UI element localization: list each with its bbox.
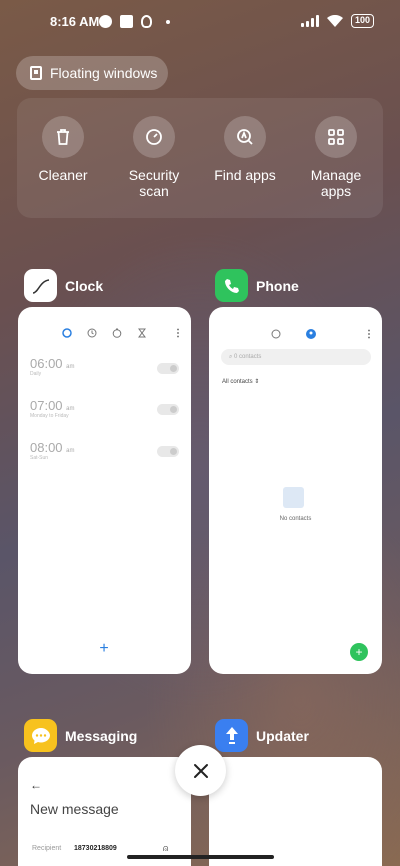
updater-app-header[interactable]: Updater: [215, 719, 309, 752]
alarm-item[interactable]: 06:00 am Daily: [30, 356, 75, 377]
signal-icon: [300, 15, 319, 27]
stopwatch-tab-icon[interactable]: [112, 328, 122, 338]
clock-app-header[interactable]: Clock: [24, 269, 103, 302]
alarm-toggle[interactable]: [157, 446, 179, 457]
security-scan-button[interactable]: Security scan: [109, 116, 199, 199]
clear-all-button[interactable]: [175, 745, 226, 796]
quick-actions-panel: Cleaner Security scan Find apps Manage a…: [17, 98, 383, 218]
grid-icon: [315, 116, 357, 158]
manage-apps-label: Manage apps: [310, 167, 362, 199]
contacts-tab-icon[interactable]: [306, 329, 316, 339]
world-clock-tab-icon[interactable]: [87, 328, 97, 338]
alarm-toggle[interactable]: [157, 363, 179, 374]
manage-apps-button[interactable]: Manage apps: [291, 116, 381, 199]
messaging-app-name: Messaging: [65, 727, 138, 744]
status-time: 8:16 AM: [50, 14, 100, 29]
cleaner-label: Cleaner: [38, 167, 88, 183]
add-contact-icon[interactable]: +: [350, 643, 368, 661]
empty-contacts-icon: [283, 487, 304, 508]
find-apps-label: Find apps: [214, 167, 276, 183]
messaging-recent-card[interactable]: ← New message Recipient 18730218809 ⍝: [18, 757, 191, 866]
trash-icon: [42, 116, 84, 158]
floating-windows-label: Floating windows: [50, 65, 158, 81]
floating-window-icon: [30, 66, 42, 80]
messaging-app-icon: [24, 719, 57, 752]
phone-app-header[interactable]: Phone: [215, 269, 299, 302]
empty-contacts-text: No contacts: [279, 516, 312, 522]
battery-icon: 100: [350, 14, 374, 28]
wifi-icon: [326, 15, 343, 27]
recipient-value[interactable]: 18730218809: [74, 845, 117, 852]
add-alarm-icon[interactable]: +: [96, 641, 112, 657]
system-status-icons: 100: [300, 14, 374, 28]
alarm-item[interactable]: 07:00 am Monday to Friday: [30, 398, 75, 419]
floating-windows-button[interactable]: Floating windows: [16, 56, 168, 90]
clock-recent-card[interactable]: ⋮ 06:00 am Daily 07:00 am Monday to Frid…: [18, 307, 191, 674]
cleaner-button[interactable]: Cleaner: [18, 116, 108, 183]
more-notifications-dot-icon: [166, 19, 170, 24]
clock-tabs: [62, 328, 147, 338]
find-apps-button[interactable]: Find apps: [200, 116, 290, 183]
updater-app-icon: [215, 719, 248, 752]
phone-app-name: Phone: [256, 277, 299, 294]
updater-app-name: Updater: [256, 727, 309, 744]
contact-picker-icon[interactable]: ⍝: [163, 843, 168, 854]
recipient-label: Recipient: [32, 845, 62, 852]
security-scan-label: Security scan: [128, 167, 180, 199]
app-notification-icon: [99, 15, 112, 28]
notification-icons: [99, 15, 170, 28]
gauge-icon: [133, 116, 175, 158]
timer-tab-icon[interactable]: [137, 328, 147, 338]
contacts-filter[interactable]: All contacts ⇕: [222, 378, 259, 385]
home-indicator[interactable]: [127, 855, 274, 859]
clock-app-icon: [24, 269, 57, 302]
messaging-app-header[interactable]: Messaging: [24, 719, 137, 752]
location-icon: [141, 15, 152, 28]
alarm-item[interactable]: 08:00 am Sat-Sun: [30, 440, 75, 461]
alarm-toggle[interactable]: [157, 404, 179, 415]
alarm-tab-icon[interactable]: [62, 328, 72, 338]
phone-more-icon[interactable]: ⋮: [364, 329, 374, 340]
phone-app-icon: [215, 269, 248, 302]
contacts-search-input[interactable]: ⌕ 0 contacts: [221, 349, 371, 365]
clock-more-icon[interactable]: ⋮: [173, 328, 183, 339]
close-icon: [193, 763, 208, 778]
clock-app-name: Clock: [65, 277, 104, 294]
status-bar: 8:16 AM 100: [0, 0, 400, 44]
find-apps-icon: [224, 116, 266, 158]
gallery-notification-icon: [120, 15, 133, 28]
updater-recent-card[interactable]: [209, 757, 382, 866]
recents-tab-icon[interactable]: [271, 329, 281, 339]
phone-tabs: [271, 329, 316, 339]
new-message-title: New message: [30, 801, 119, 817]
back-arrow-icon[interactable]: ←: [30, 778, 42, 792]
search-icon: ⌕: [229, 354, 233, 360]
phone-recent-card[interactable]: ⋮ ⌕ 0 contacts All contacts ⇕ No contact…: [209, 307, 382, 674]
